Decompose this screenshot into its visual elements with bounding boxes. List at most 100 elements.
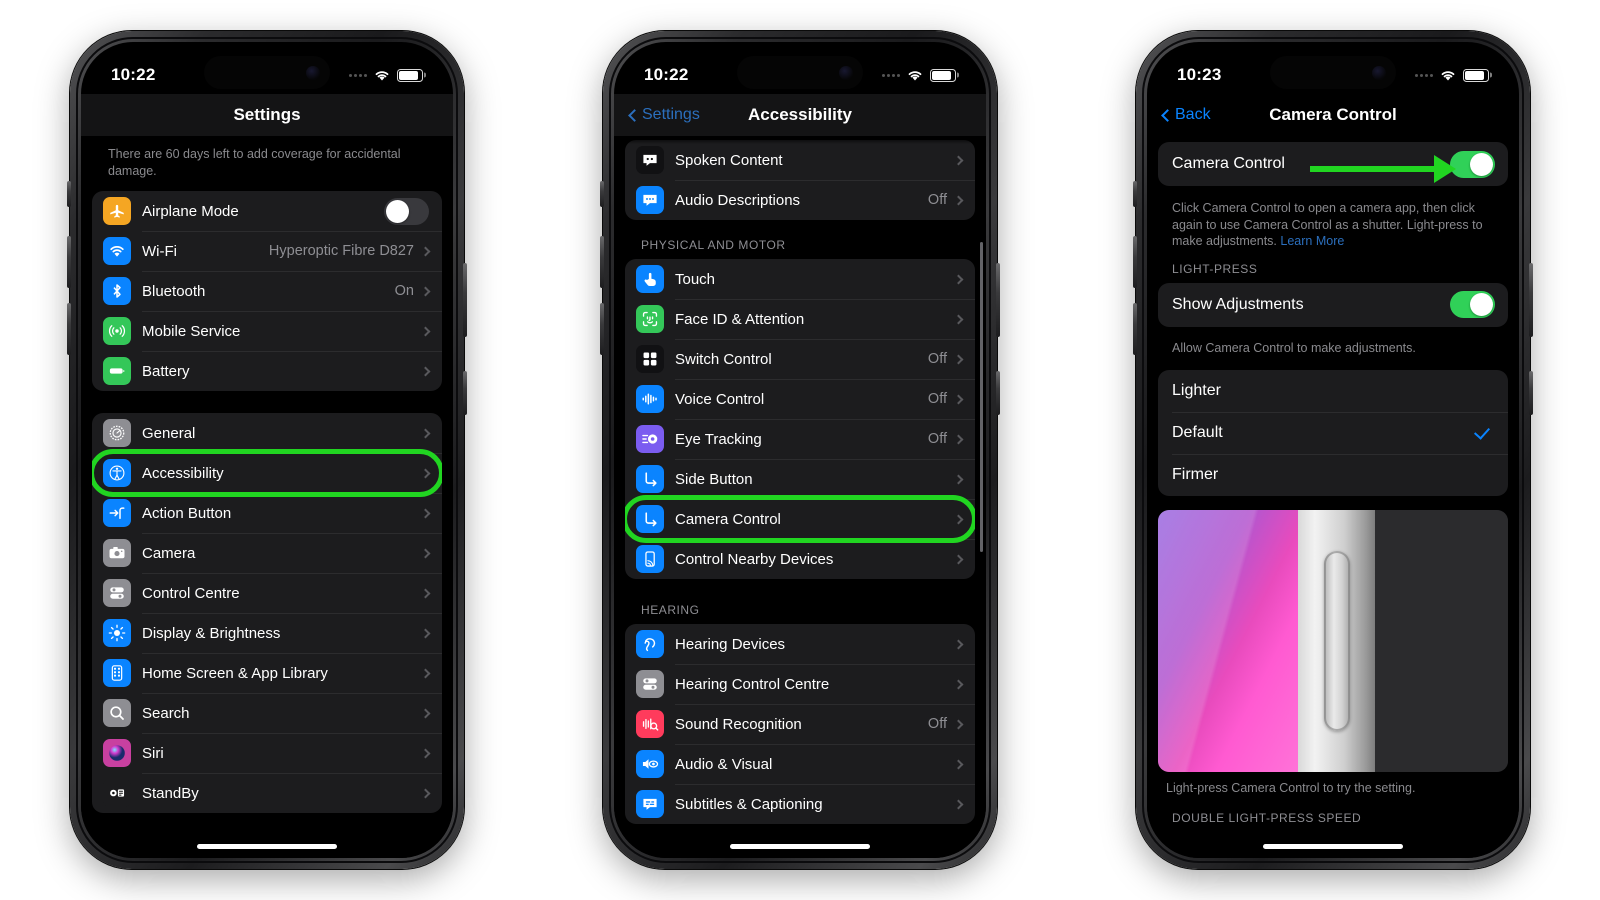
chevron-right-icon <box>953 679 964 689</box>
settings-row[interactable]: Voice Control Off <box>625 379 975 419</box>
settings-row[interactable]: Wi-Fi Hyperoptic Fibre D827 <box>92 231 442 271</box>
settings-row[interactable]: Spoken Content <box>625 140 975 180</box>
subtitles-icon <box>636 790 664 818</box>
bluetooth-icon <box>103 277 131 305</box>
page-title: Accessibility <box>748 105 852 124</box>
row-value: Hyperoptic Fibre D827 <box>268 243 414 259</box>
settings-row[interactable]: Subtitles & Captioning <box>625 784 975 824</box>
settings-row[interactable]: Audio & Visual <box>625 744 975 784</box>
settings-row[interactable]: Camera Control <box>625 495 975 543</box>
show-adjustments-row[interactable]: Show Adjustments <box>1158 283 1508 327</box>
mute-switch[interactable] <box>67 181 71 207</box>
settings-row[interactable]: Siri <box>92 733 442 773</box>
volume-down-button[interactable] <box>1133 303 1137 355</box>
settings-row[interactable]: Switch Control Off <box>625 339 975 379</box>
accessibility-scroll-area[interactable]: Spoken Content Audio Descriptions Off PHYS… <box>614 136 986 858</box>
chevron-right-icon <box>420 468 431 478</box>
cellular-dots-icon <box>349 73 367 77</box>
settings-row[interactable]: Side Button <box>625 459 975 499</box>
home-indicator <box>1263 844 1403 849</box>
volume-up-button[interactable] <box>1133 236 1137 288</box>
settings-row[interactable]: Airplane Mode <box>92 191 442 231</box>
settings-row[interactable]: Audio Descriptions Off <box>625 180 975 220</box>
settings-row-label: Camera <box>142 544 196 562</box>
settings-row[interactable]: Hearing Devices <box>625 624 975 664</box>
camera-control-button[interactable] <box>1529 371 1533 415</box>
settings-row[interactable]: Display & Brightness <box>92 613 442 653</box>
phone-1-screen: 10:22 Settings There are 60 days left to… <box>81 42 453 858</box>
settings-row[interactable]: Hearing Control Centre <box>625 664 975 704</box>
status-time: 10:22 <box>111 65 156 84</box>
cellular-dots-icon <box>1415 73 1433 77</box>
dynamic-island <box>1270 56 1396 89</box>
chevron-left-icon <box>628 108 641 122</box>
settings-row-label: Search <box>142 704 190 722</box>
settings-row[interactable]: Control Centre <box>92 573 442 613</box>
camera-control-button[interactable] <box>996 371 1000 415</box>
phone-2-accessibility: 10:22 Settings Accessibility Spoken Cont… <box>600 31 1000 869</box>
settings-row-label: Spoken Content <box>675 151 783 169</box>
section-header-double-press: DOUBLE LIGHT-PRESS SPEED <box>1172 811 1362 825</box>
chevron-right-icon <box>420 788 431 798</box>
settings-row[interactable]: Sound Recognition Off <box>625 704 975 744</box>
camera-control-toggle-group: Camera Control <box>1158 142 1508 186</box>
scroll-indicator[interactable] <box>980 242 983 552</box>
show-adjustments-toggle[interactable] <box>1450 291 1495 318</box>
siri-icon <box>103 739 131 767</box>
preview-caption: Light-press Camera Control to try the se… <box>1166 781 1416 795</box>
chevron-right-icon <box>953 274 964 284</box>
camera-control-toggle-row[interactable]: Camera Control <box>1158 142 1508 186</box>
voice-control-icon <box>636 385 664 413</box>
settings-row-label: Siri <box>142 744 164 762</box>
power-button[interactable] <box>1529 263 1533 337</box>
chevron-right-icon <box>953 554 964 564</box>
volume-up-button[interactable] <box>67 236 71 288</box>
camera-control-button[interactable] <box>463 371 467 415</box>
settings-row[interactable]: Control Nearby Devices <box>625 539 975 579</box>
mute-switch[interactable] <box>600 181 604 207</box>
volume-down-button[interactable] <box>67 303 71 355</box>
pressure-option-row[interactable]: Lighter <box>1158 370 1508 412</box>
nav-bar: Settings <box>81 94 453 136</box>
settings-row[interactable]: Eye Tracking Off <box>625 419 975 459</box>
power-button[interactable] <box>996 263 1000 337</box>
settings-row[interactable]: Search <box>92 693 442 733</box>
cellular-dots-icon <box>882 73 900 77</box>
back-button-label: Back <box>1175 106 1211 123</box>
chevron-right-icon <box>420 286 431 296</box>
settings-row[interactable]: Bluetooth On <box>92 271 442 311</box>
settings-row-label: Bluetooth <box>142 282 206 300</box>
power-button[interactable] <box>463 263 467 337</box>
settings-scroll-area[interactable]: There are 60 days left to add coverage f… <box>81 136 453 858</box>
settings-row-label: Wi-Fi <box>142 242 177 260</box>
settings-row[interactable]: Action Button <box>92 493 442 533</box>
control-centre-icon <box>103 579 131 607</box>
airplane-toggle[interactable] <box>384 197 429 225</box>
settings-row[interactable]: Mobile Service <box>92 311 442 351</box>
camera-control-scroll-area[interactable]: Camera Control Click Camera Control to o… <box>1147 136 1519 858</box>
mute-switch[interactable] <box>1133 181 1137 207</box>
accessibility-icon <box>103 459 131 487</box>
settings-row[interactable]: StandBy <box>92 773 442 813</box>
camera-control-preview[interactable] <box>1158 510 1508 772</box>
settings-row[interactable]: Accessibility <box>92 449 442 497</box>
volume-down-button[interactable] <box>600 303 604 355</box>
preview-phone-edge <box>1298 510 1375 772</box>
volume-up-button[interactable] <box>600 236 604 288</box>
home-screen-icon <box>103 659 131 687</box>
pressure-option-row[interactable]: Default <box>1158 412 1508 454</box>
back-button[interactable]: Settings <box>628 106 700 124</box>
face-id-icon <box>636 305 664 333</box>
settings-row[interactable]: General <box>92 413 442 453</box>
pressure-option-row[interactable]: Firmer <box>1158 454 1508 496</box>
settings-row[interactable]: Home Screen & App Library <box>92 653 442 693</box>
back-button[interactable]: Back <box>1161 106 1211 124</box>
chevron-right-icon <box>953 759 964 769</box>
settings-row[interactable]: Touch <box>625 259 975 299</box>
learn-more-link[interactable]: Learn More <box>1280 234 1344 248</box>
settings-row[interactable]: Face ID & Attention <box>625 299 975 339</box>
settings-row[interactable]: Battery <box>92 351 442 391</box>
settings-row[interactable]: Camera <box>92 533 442 573</box>
camera-control-toggle[interactable] <box>1450 150 1495 178</box>
chevron-right-icon <box>953 719 964 729</box>
